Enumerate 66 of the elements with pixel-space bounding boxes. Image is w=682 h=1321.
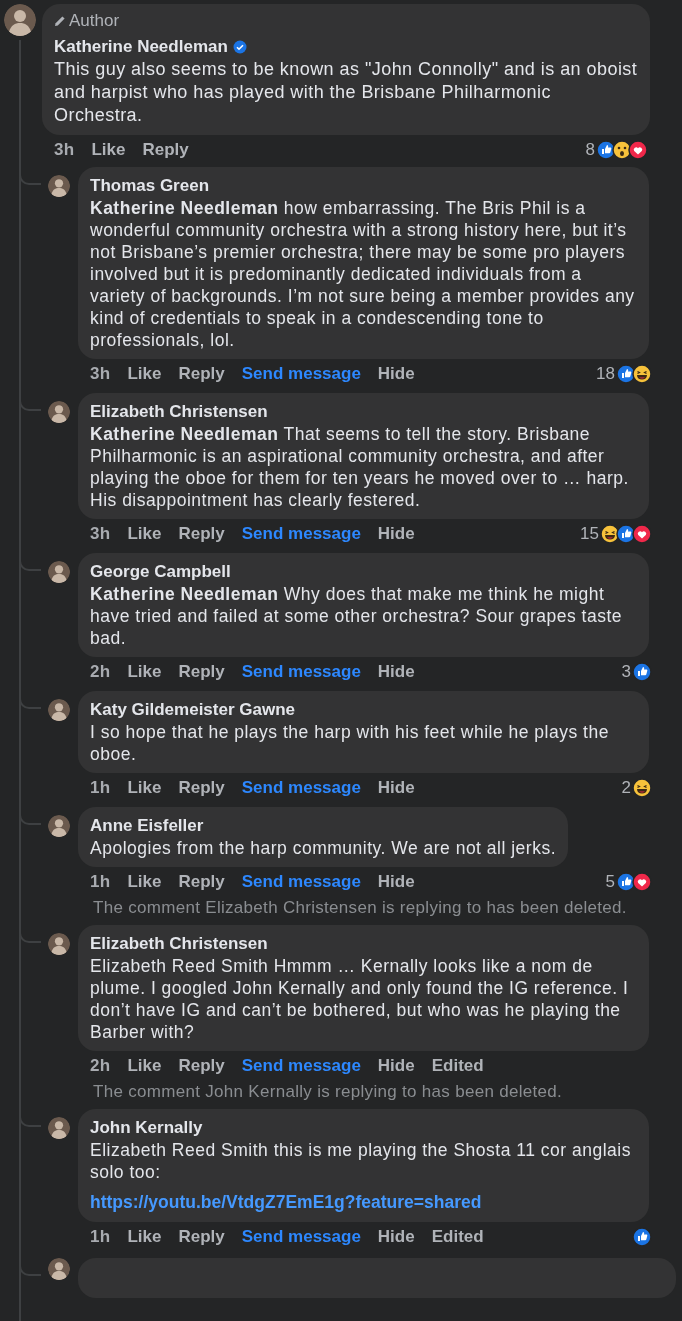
author-name[interactable]: John Kernally xyxy=(90,1116,203,1139)
timestamp-link[interactable]: 2h xyxy=(90,659,111,685)
edited-label: Edited xyxy=(431,1055,484,1078)
action-link[interactable]: Hide xyxy=(377,869,415,895)
reaction-count[interactable]: 15 xyxy=(580,521,599,547)
author-name[interactable]: Elizabeth Christensen xyxy=(90,400,268,423)
timestamp-link[interactable]: 1h xyxy=(90,1224,111,1250)
action-link[interactable]: Reply xyxy=(178,659,225,685)
send-message-link[interactable]: Send message xyxy=(241,1053,361,1079)
comment-text: Katherine Needleman how embarrassing. The Bris Phil is a wonderful community orchestra with a strong history here, but it’s not Brisbane’s premier orchestra; there may be some pro players involved but it is predominantly dedicated individuals from a variety of backgrounds. I’m not sure being a member provides any kind of credentials to speak in a condescending tone to professionals, lol. xyxy=(90,197,636,351)
action-link[interactable]: Hide xyxy=(377,659,415,685)
action-link[interactable]: Like xyxy=(127,1053,162,1079)
timestamp-link[interactable]: 1h xyxy=(90,869,111,895)
action-link[interactable]: Hide xyxy=(377,521,415,547)
author-name[interactable]: Elizabeth Christensen xyxy=(90,932,268,955)
author-name[interactable]: Thomas Green xyxy=(90,174,210,197)
author-name[interactable]: Katherine Needleman xyxy=(54,35,228,58)
comment-text: Elizabeth Reed Smith this is me playing the Shosta 11 cor anglais solo too: xyxy=(90,1139,632,1183)
send-message-link[interactable]: Send message xyxy=(241,775,361,801)
video-link[interactable]: https://youtu.be/VtdgZ7EmE1g?feature=shared xyxy=(90,1191,482,1214)
action-link[interactable]: Like xyxy=(127,521,162,547)
action-link[interactable]: Like xyxy=(127,1224,162,1250)
deleted-comment-notice: The comment John Kernally is replying to has been deleted. xyxy=(92,1081,564,1103)
reaction-count[interactable]: 5 xyxy=(605,869,615,895)
action-link[interactable]: Hide xyxy=(377,1053,415,1079)
comment-text: Elizabeth Reed Smith Hmmm … Kernally looks like a nom de plume. I googled John Kernally and only found the IG reference. I don’t have IG and can’t be bothered, but who was he playing the Barber with? xyxy=(90,955,630,1043)
action-link[interactable]: Hide xyxy=(377,1224,415,1250)
send-message-link[interactable]: Send message xyxy=(241,521,361,547)
timestamp-link[interactable]: 1h xyxy=(90,775,111,801)
action-link[interactable]: Like xyxy=(127,869,162,895)
action-link[interactable]: Like xyxy=(127,775,162,801)
action-link[interactable]: Reply xyxy=(178,775,225,801)
reaction-count[interactable]: 3 xyxy=(621,659,631,685)
comment-text: Katherine Needleman Why does that make me think he might have tried and failed at some other orchestra? Sour grapes taste bad. xyxy=(90,583,623,649)
action-link[interactable]: Reply xyxy=(178,869,225,895)
action-link[interactable]: Reply xyxy=(178,361,225,387)
reaction-count[interactable]: 18 xyxy=(596,361,615,387)
comment-text: Katherine Needleman That seems to tell the story. Brisbane Philharmonic is an aspirational community orchestra, and after playing the oboe for them for ten years he moved over to … harp. His disappointment has clearly festered. xyxy=(90,423,630,511)
author-name[interactable]: George Campbell xyxy=(90,560,231,583)
reaction-count[interactable]: 8 xyxy=(585,137,595,163)
action-link[interactable]: Like xyxy=(127,659,162,685)
comment-text: I so hope that he plays the harp with his feet while he plays the oboe. xyxy=(90,721,610,765)
send-message-link[interactable]: Send message xyxy=(241,1224,361,1250)
action-link[interactable]: Reply xyxy=(178,521,225,547)
action-link[interactable]: Hide xyxy=(377,361,415,387)
author-name[interactable]: Katy Gildemeister Gawne xyxy=(90,698,296,721)
timestamp-link[interactable]: 3h xyxy=(54,137,75,163)
timestamp-link[interactable]: 3h xyxy=(90,521,111,547)
action-link[interactable]: Reply xyxy=(178,1224,225,1250)
action-link[interactable]: Like xyxy=(91,137,126,163)
action-link[interactable]: Reply xyxy=(178,1053,225,1079)
comment-text: This guy also seems to be known as "John Connolly" and is an oboist and harpist who has played with the Brisbane Philharmonic Orchestra. xyxy=(54,58,638,127)
action-link[interactable]: Reply xyxy=(142,137,189,163)
send-message-link[interactable]: Send message xyxy=(241,869,361,895)
deleted-comment-notice: The comment Elizabeth Christensen is replying to has been deleted. xyxy=(92,897,628,919)
timestamp-link[interactable]: 3h xyxy=(90,361,111,387)
edited-label: Edited xyxy=(431,1226,484,1249)
comment-text: Apologies from the harp community. We are not all jerks. xyxy=(90,837,556,859)
send-message-link[interactable]: Send message xyxy=(241,361,361,387)
author-name[interactable]: Anne Eisfeller xyxy=(90,814,204,837)
reaction-count[interactable]: 2 xyxy=(621,775,631,801)
timestamp-link[interactable]: 2h xyxy=(90,1053,111,1079)
send-message-link[interactable]: Send message xyxy=(241,659,361,685)
action-link[interactable]: Like xyxy=(127,361,162,387)
action-link[interactable]: Hide xyxy=(377,775,415,801)
author-label: Author xyxy=(69,10,120,32)
